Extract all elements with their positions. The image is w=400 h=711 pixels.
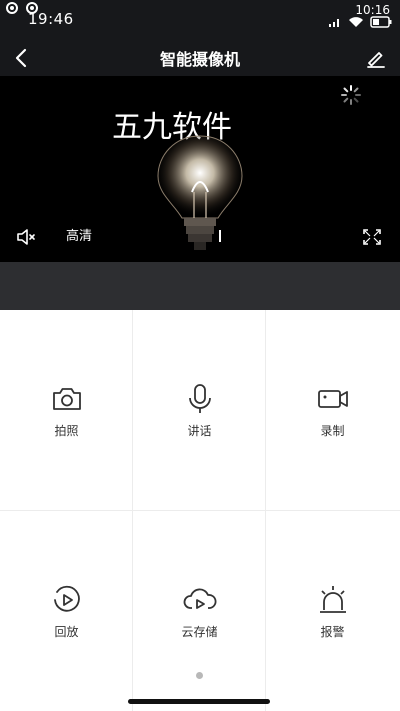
page-indicator: [196, 672, 203, 679]
video-player[interactable]: 五九软件 高清: [0, 76, 400, 262]
video-controls: 高清: [0, 228, 400, 248]
camera-icon: [52, 387, 81, 410]
video-bottom-strip: [0, 262, 400, 310]
fullscreen-icon[interactable]: [362, 228, 382, 246]
page-title: 智能摄像机: [159, 50, 240, 69]
status-bar: 19:46 10:16: [0, 0, 400, 34]
loading-spinner-icon: [341, 85, 361, 105]
edit-pencil-icon[interactable]: [364, 46, 388, 70]
action-label: 云存储: [181, 624, 218, 639]
signal-icon: [329, 19, 339, 27]
home-indicator[interactable]: [128, 699, 270, 704]
mute-icon[interactable]: [16, 228, 36, 246]
action-record[interactable]: 录制: [266, 310, 399, 510]
status-time-right: 10:16: [355, 3, 390, 17]
action-talk[interactable]: 讲话: [133, 310, 266, 510]
status-time-left: 19:46: [28, 10, 74, 28]
battery-icon: [370, 16, 392, 28]
top-bar: 19:46 10:16 智能摄像机: [0, 0, 400, 76]
wifi-icon: [349, 17, 363, 27]
action-photo[interactable]: 拍照: [0, 310, 133, 510]
action-label: 报警: [320, 624, 345, 639]
video-record-icon: [317, 389, 348, 408]
notification-icon: [6, 2, 18, 14]
microphone-icon: [188, 383, 211, 413]
action-label: 回放: [54, 624, 79, 639]
seek-indicator: [219, 230, 221, 242]
quality-toggle[interactable]: 高清: [66, 228, 92, 246]
cloud-storage-icon: [183, 588, 216, 609]
action-label: 录制: [320, 423, 345, 438]
playback-icon: [53, 585, 80, 612]
nav-bar: 智能摄像机: [0, 40, 400, 76]
action-label: 讲话: [187, 423, 212, 438]
alarm-icon: [319, 585, 346, 613]
action-grid: 拍照 讲话 录制 回放 云存储 报警: [0, 310, 400, 711]
action-alarm[interactable]: 报警: [266, 511, 399, 711]
action-playback[interactable]: 回放: [0, 511, 133, 711]
action-cloud-storage[interactable]: 云存储: [133, 511, 266, 711]
system-icons: [328, 16, 392, 28]
action-label: 拍照: [54, 423, 79, 438]
